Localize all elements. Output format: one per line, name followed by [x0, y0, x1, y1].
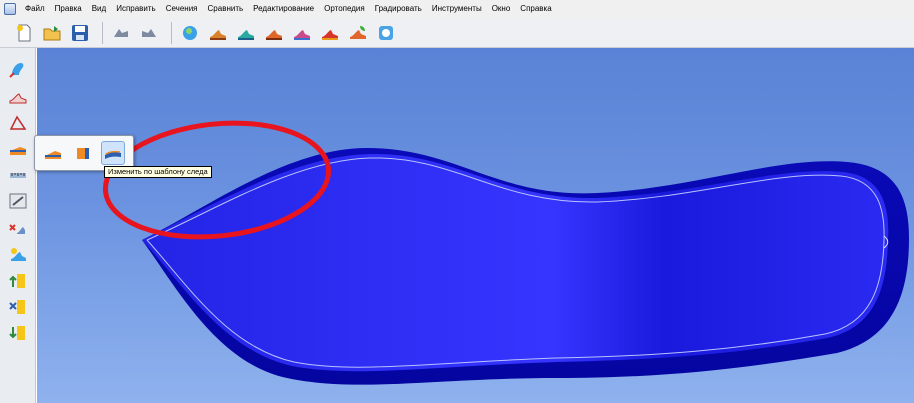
- menu-bar: Файл Правка Вид Исправить Сечения Сравни…: [0, 0, 914, 18]
- menu-window[interactable]: Окно: [487, 0, 516, 18]
- toolbar-separator: [171, 21, 172, 44]
- shoe-teal-icon[interactable]: [234, 21, 258, 45]
- shoe-blue-icon[interactable]: [374, 21, 398, 45]
- menu-file[interactable]: Файл: [20, 0, 50, 18]
- delete-tool-icon[interactable]: [6, 218, 30, 240]
- scale-tool-icon[interactable]: [6, 164, 30, 186]
- menu-compare[interactable]: Сравнить: [203, 0, 249, 18]
- outline-triangle-icon[interactable]: [6, 112, 30, 134]
- menu-grade[interactable]: Градировать: [370, 0, 427, 18]
- redo-icon[interactable]: [137, 21, 161, 45]
- menu-sections[interactable]: Сечения: [161, 0, 203, 18]
- toolbar-separator: [102, 21, 103, 44]
- tooltip: Изменить по шаблону следа: [104, 166, 212, 178]
- shoe-leaf-icon[interactable]: [346, 21, 370, 45]
- insole-template-icon[interactable]: [101, 141, 125, 165]
- menu-tools[interactable]: Инструменты: [427, 0, 487, 18]
- main-toolbar: [0, 18, 914, 48]
- insole-model: [102, 120, 909, 385]
- insole-left-icon[interactable]: [41, 141, 65, 165]
- menu-help[interactable]: Справка: [515, 0, 556, 18]
- tool-sidebar: [0, 48, 36, 403]
- menu-view[interactable]: Вид: [87, 0, 111, 18]
- insole-block-icon[interactable]: [71, 141, 95, 165]
- shoe-multi-icon[interactable]: [290, 21, 314, 45]
- measure-tool-icon[interactable]: [6, 190, 30, 212]
- menu-editing[interactable]: Редактирование: [248, 0, 319, 18]
- paint-tool-icon[interactable]: [6, 244, 30, 266]
- grade-down-icon[interactable]: [6, 322, 30, 344]
- shoe-outline-icon[interactable]: [6, 86, 30, 108]
- undo-icon[interactable]: [109, 21, 133, 45]
- shoe-orange-icon[interactable]: [262, 21, 286, 45]
- foot-tool-icon[interactable]: [6, 58, 30, 80]
- grade-up-icon[interactable]: [6, 270, 30, 292]
- open-folder-icon[interactable]: [40, 21, 64, 45]
- grade-x-icon[interactable]: [6, 296, 30, 318]
- save-icon[interactable]: [68, 21, 92, 45]
- menu-fix[interactable]: Исправить: [111, 0, 161, 18]
- shoe-red2-icon[interactable]: [318, 21, 342, 45]
- insole-edit-icon[interactable]: [6, 138, 30, 160]
- shoe-red-icon[interactable]: [206, 21, 230, 45]
- viewport-canvas[interactable]: [37, 48, 914, 403]
- new-file-icon[interactable]: [12, 21, 36, 45]
- menu-orthopedics[interactable]: Ортопедия: [319, 0, 370, 18]
- shoe-view-icon[interactable]: [178, 21, 202, 45]
- app-icon[interactable]: [4, 3, 16, 15]
- menu-edit[interactable]: Правка: [50, 0, 87, 18]
